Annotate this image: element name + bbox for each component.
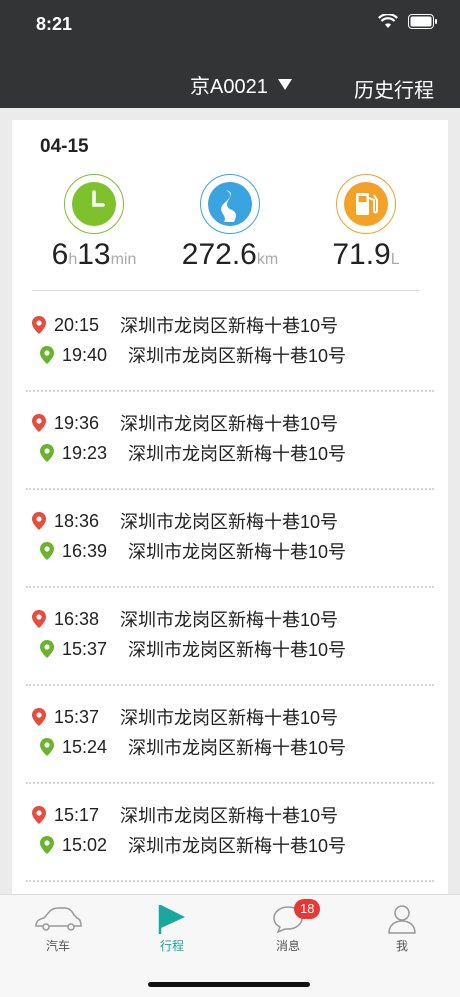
fuel-pump-icon [336, 174, 396, 234]
trip-item[interactable]: 15:37 深圳市龙岗区新梅十巷10号 15:24 深圳市龙岗区新梅十巷10号 [12, 690, 448, 788]
status-icons [378, 14, 438, 29]
trip-start-address: 深圳市龙岗区新梅十巷10号 [128, 738, 347, 758]
trip-end-address: 深圳市龙岗区新梅十巷10号 [120, 316, 339, 336]
distance-stat: 272.6km [160, 174, 300, 272]
clock-icon [64, 174, 124, 234]
end-location-pin-icon [32, 806, 46, 824]
trip-start-address: 深圳市龙岗区新梅十巷10号 [128, 640, 347, 660]
trip-start-time: 16:39 [62, 540, 108, 561]
trip-summary-card: 04-15 6h13min 272.6km 71.9L 20:15 深圳市龙岗区… [12, 120, 448, 896]
trip-end-row: 16:38 深圳市龙岗区新梅十巷10号 [32, 606, 338, 632]
trip-start-address: 深圳市龙岗区新梅十巷10号 [128, 542, 347, 562]
trip-item[interactable]: 20:15 深圳市龙岗区新梅十巷10号 19:40 深圳市龙岗区新梅十巷10号 [12, 298, 448, 396]
trip-end-address: 深圳市龙岗区新梅十巷10号 [120, 806, 339, 826]
duration-stat: 6h13min [24, 174, 164, 272]
trip-separator [26, 782, 434, 784]
trip-separator [26, 390, 434, 392]
home-indicator [148, 982, 310, 987]
trip-end-time: 16:38 [54, 608, 100, 629]
dropdown-triangle-icon [277, 78, 292, 90]
trip-end-row: 20:15 深圳市龙岗区新梅十巷10号 [32, 312, 338, 338]
trip-end-time: 15:37 [54, 706, 100, 727]
trip-item[interactable]: 16:38 深圳市龙岗区新梅十巷10号 15:37 深圳市龙岗区新梅十巷10号 [12, 592, 448, 690]
trip-end-row: 18:36 深圳市龙岗区新梅十巷10号 [32, 508, 338, 534]
tab-car[interactable]: 汽车 [18, 903, 98, 954]
trip-end-time: 19:36 [54, 412, 100, 433]
end-location-pin-icon [32, 512, 46, 530]
wifi-icon [378, 14, 398, 28]
trip-item[interactable]: 15:17 深圳市龙岗区新梅十巷10号 15:02 深圳市龙岗区新梅十巷10号 [12, 788, 448, 886]
vehicle-selector[interactable]: 京A0021 [190, 70, 292, 99]
status-time: 8:21 [36, 14, 73, 34]
trip-start-time: 19:40 [62, 344, 108, 365]
tab-trip-label: 行程 [159, 939, 184, 953]
distance-value: 272.6km [181, 238, 279, 271]
trip-end-row: 15:17 深圳市龙岗区新梅十巷10号 [32, 802, 338, 828]
summary-divider [32, 290, 420, 291]
duration-value: 6h13min [51, 238, 137, 271]
tab-trip[interactable]: 行程 [132, 903, 212, 954]
trip-start-address: 深圳市龙岗区新梅十巷10号 [128, 444, 347, 464]
battery-icon [408, 14, 437, 29]
trip-start-time: 19:23 [62, 442, 108, 463]
top-bar: 8:21 京A0021 历史行程 [0, 0, 460, 108]
trip-start-row: 15:24 深圳市龙岗区新梅十巷10号 [40, 734, 346, 760]
tab-messages-label: 消息 [275, 939, 300, 953]
trip-item[interactable]: 19:36 深圳市龙岗区新梅十巷10号 19:23 深圳市龙岗区新梅十巷10号 [12, 396, 448, 494]
start-location-pin-icon [40, 836, 54, 854]
trip-end-address: 深圳市龙岗区新梅十巷10号 [120, 512, 339, 532]
fuel-value: 71.9L [332, 238, 400, 271]
trip-start-address: 深圳市龙岗区新梅十巷10号 [128, 346, 347, 366]
summary-date: 04-15 [40, 136, 89, 157]
fuel-stat: 71.9L [296, 174, 436, 272]
tab-me-label: 我 [395, 939, 408, 953]
trip-start-time: 15:02 [62, 834, 108, 855]
start-location-pin-icon [40, 542, 54, 560]
start-location-pin-icon [40, 738, 54, 756]
trip-end-time: 20:15 [54, 314, 100, 335]
person-icon [388, 905, 416, 934]
end-location-pin-icon [32, 414, 46, 432]
end-location-pin-icon [32, 708, 46, 726]
trip-start-row: 19:23 深圳市龙岗区新梅十巷10号 [40, 440, 346, 466]
trip-end-time: 18:36 [54, 510, 100, 531]
trip-end-address: 深圳市龙岗区新梅十巷10号 [120, 610, 339, 630]
trip-end-address: 深圳市龙岗区新梅十巷10号 [120, 708, 339, 728]
trip-end-address: 深圳市龙岗区新梅十巷10号 [120, 414, 339, 434]
tab-messages[interactable]: 18 消息 [248, 899, 328, 954]
car-icon [35, 907, 82, 931]
start-location-pin-icon [40, 444, 54, 462]
trip-start-row: 16:39 深圳市龙岗区新梅十巷10号 [40, 538, 346, 564]
tab-car-label: 汽车 [45, 939, 70, 953]
trip-end-time: 15:17 [54, 804, 100, 825]
tab-me[interactable]: 我 [362, 903, 442, 954]
trip-separator [26, 586, 434, 588]
trip-separator [26, 488, 434, 490]
flag-icon [158, 905, 185, 934]
trip-end-row: 19:36 深圳市龙岗区新梅十巷10号 [32, 410, 338, 436]
trip-start-time: 15:24 [62, 736, 108, 757]
trip-start-row: 15:37 深圳市龙岗区新梅十巷10号 [40, 636, 346, 662]
trip-separator [26, 684, 434, 686]
messages-badge: 18 [294, 899, 321, 919]
history-trips-link[interactable]: 历史行程 [354, 74, 434, 103]
trip-item[interactable]: 18:36 深圳市龙岗区新梅十巷10号 16:39 深圳市龙岗区新梅十巷10号 [12, 494, 448, 592]
trip-start-row: 19:40 深圳市龙岗区新梅十巷10号 [40, 342, 346, 368]
trip-start-address: 深圳市龙岗区新梅十巷10号 [128, 836, 347, 856]
road-icon [200, 174, 260, 234]
start-location-pin-icon [40, 346, 54, 364]
start-location-pin-icon [40, 640, 54, 658]
trip-start-time: 15:37 [62, 638, 108, 659]
summary-stats: 6h13min 272.6km 71.9L [12, 174, 448, 274]
vehicle-plate: 京A0021 [190, 76, 268, 98]
trip-start-row: 15:02 深圳市龙岗区新梅十巷10号 [40, 832, 346, 858]
trip-end-row: 15:37 深圳市龙岗区新梅十巷10号 [32, 704, 338, 730]
trip-separator [26, 880, 434, 882]
end-location-pin-icon [32, 316, 46, 334]
end-location-pin-icon [32, 610, 46, 628]
